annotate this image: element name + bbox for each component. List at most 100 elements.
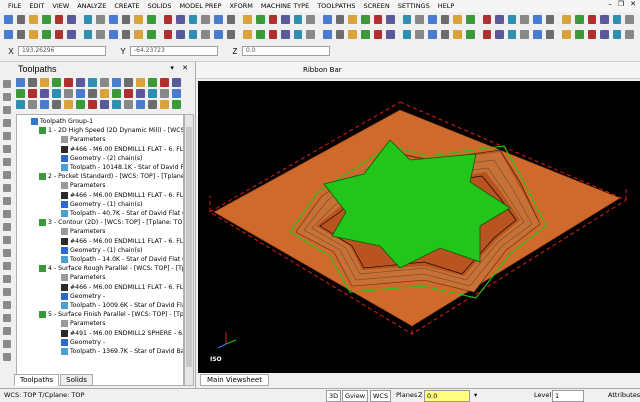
toolbar-tool-icon[interactable] — [188, 30, 198, 39]
toolbar-tool-icon[interactable] — [386, 30, 395, 39]
toolpath-manager-icon[interactable] — [76, 100, 85, 109]
toolbar-tool-icon[interactable] — [562, 30, 571, 39]
menu-item-toolpaths[interactable]: TOOLPATHS — [317, 2, 355, 10]
toolpath-manager-icon[interactable] — [28, 78, 37, 87]
toolbar-tool-icon[interactable] — [54, 30, 64, 39]
parameters-node[interactable]: Parameters — [61, 227, 105, 236]
toolbar-tool-icon[interactable] — [428, 15, 437, 24]
parameters-node[interactable]: Parameters — [61, 181, 105, 190]
toolbar-tool-icon[interactable] — [281, 30, 290, 39]
tab-solids[interactable]: Solids — [60, 374, 93, 386]
side-tool-icon[interactable] — [3, 353, 11, 361]
toolbar-tool-icon[interactable] — [533, 15, 542, 24]
toolbar-tool-icon[interactable] — [176, 30, 185, 39]
toolpath-manager-icon[interactable] — [88, 78, 97, 87]
close-button[interactable]: ✕ — [630, 0, 636, 8]
toolbar-tool-icon[interactable] — [402, 30, 412, 39]
menu-item-settings[interactable]: SETTINGS — [398, 2, 430, 10]
toolpath-manager-icon[interactable] — [148, 78, 157, 87]
gview-button[interactable]: Gview — [342, 390, 369, 402]
toolbar-tool-icon[interactable] — [109, 30, 118, 39]
toolbar-tool-icon[interactable] — [612, 30, 622, 39]
toolpath-manager-icon[interactable] — [76, 89, 85, 98]
parameters-node[interactable]: Parameters — [61, 319, 105, 328]
toolbar-tool-icon[interactable] — [163, 15, 173, 24]
toolpath-manager-icon[interactable] — [136, 100, 145, 109]
tool-node[interactable]: #466 - M6.00 ENDMILL1 FLAT - 6. FLAT — [61, 237, 183, 246]
toolpath-manager-icon[interactable] — [64, 78, 73, 87]
menu-item-analyze[interactable]: ANALYZE — [77, 2, 106, 10]
toolbar-tool-icon[interactable] — [83, 30, 93, 39]
toolbar-tool-icon[interactable] — [16, 15, 26, 24]
toolbar-tool-icon[interactable] — [29, 30, 38, 39]
3d-toggle-button[interactable]: 3D — [326, 390, 342, 402]
toolpath-manager-icon[interactable] — [172, 78, 181, 87]
toolbar-tool-icon[interactable] — [348, 15, 357, 24]
toolbar-tool-icon[interactable] — [16, 30, 26, 39]
toolbar-tool-icon[interactable] — [507, 15, 517, 24]
toolbar-tool-icon[interactable] — [482, 15, 492, 24]
toolbar-tool-icon[interactable] — [134, 30, 143, 39]
side-tool-icon[interactable] — [3, 210, 11, 218]
toolbar-tool-icon[interactable] — [440, 15, 450, 24]
operation-5[interactable]: 5 - Surface Finish Parallel - [WCS: TOP]… — [39, 310, 183, 319]
side-tool-icon[interactable] — [3, 262, 11, 270]
geometry-node[interactable]: Geometry - — [61, 292, 105, 301]
toolbar-tool-icon[interactable] — [96, 30, 105, 39]
toolbar-tool-icon[interactable] — [335, 30, 345, 39]
side-tool-icon[interactable] — [3, 340, 11, 348]
toolpath-manager-icon[interactable] — [100, 89, 109, 98]
toolpath-manager-icon[interactable] — [160, 78, 169, 87]
side-tool-icon[interactable] — [3, 249, 11, 257]
operation-2[interactable]: 2 - Pocket (Standard) - [WCS: TOP] - [Tp… — [39, 172, 183, 181]
side-tool-icon[interactable] — [3, 93, 11, 101]
y-coordinate-field[interactable]: -64.23723 — [130, 46, 218, 56]
toolpath-manager-icon[interactable] — [124, 78, 133, 87]
toolpath-manager-icon[interactable] — [160, 89, 169, 98]
side-tool-icon[interactable] — [3, 223, 11, 231]
toolbar-tool-icon[interactable] — [109, 15, 118, 24]
parameters-node[interactable]: Parameters — [61, 135, 105, 144]
toolpath-manager-icon[interactable] — [136, 89, 145, 98]
toolbar-tool-icon[interactable] — [415, 15, 424, 24]
tab-toolpaths[interactable]: Toolpaths — [14, 374, 60, 386]
z-coordinate-field[interactable]: 0.0 — [242, 46, 330, 56]
toolpath-node[interactable]: Toolpath - 1009.6K - Star of David Flat … — [61, 301, 183, 310]
toolpath-tree[interactable]: Toolpath Group-1 1 - 2D High Speed (2D Dy… — [16, 114, 184, 386]
toolbar-tool-icon[interactable] — [453, 15, 462, 24]
toolbar-tool-icon[interactable] — [226, 30, 236, 39]
side-tool-icon[interactable] — [3, 184, 11, 192]
toolpath-manager-icon[interactable] — [148, 100, 157, 109]
toolpath-node[interactable]: Toolpath - 10148.1K - Star of David Flat — [61, 163, 183, 172]
toolbar-tool-icon[interactable] — [520, 15, 529, 24]
attributes-button[interactable]: Attributes — [606, 390, 640, 402]
side-tool-icon[interactable] — [3, 132, 11, 140]
minimize-button[interactable]: – — [608, 0, 612, 8]
toolpath-manager-icon[interactable] — [76, 78, 85, 87]
side-tool-icon[interactable] — [3, 301, 11, 309]
toolpath-manager-icon[interactable] — [16, 100, 25, 109]
toolpath-manager-icon[interactable] — [40, 89, 49, 98]
toolbar-tool-icon[interactable] — [281, 15, 290, 24]
toolbar-tool-icon[interactable] — [29, 15, 38, 24]
toolbar-tool-icon[interactable] — [201, 15, 210, 24]
toolbar-tool-icon[interactable] — [625, 15, 634, 24]
geometry-node[interactable]: Geometry - — [61, 338, 105, 347]
z-dropdown-icon[interactable]: ▾ — [472, 390, 479, 402]
toolpath-node[interactable]: Toolpath - 14.0K - Star of David Flat 6 … — [61, 255, 183, 264]
side-tool-icon[interactable] — [3, 158, 11, 166]
toolpath-group[interactable]: Toolpath Group-1 — [31, 117, 93, 126]
toolpath-node[interactable]: Toolpath - 1369.7K - Star of David Ball … — [61, 347, 183, 356]
toolpath-node[interactable]: Toolpath - 40.7K - Star of David Flat 6 … — [61, 209, 183, 218]
toolpath-manager-icon[interactable] — [52, 89, 61, 98]
side-tool-icon[interactable] — [3, 145, 11, 153]
toolpath-manager-icon[interactable] — [52, 100, 61, 109]
menu-item-screen[interactable]: SCREEN — [363, 2, 389, 10]
menu-item-model-prep[interactable]: MODEL PREP — [179, 2, 221, 10]
toolbar-tool-icon[interactable] — [4, 15, 13, 24]
toolbar-tool-icon[interactable] — [67, 15, 76, 24]
toolbar-tool-icon[interactable] — [323, 30, 332, 39]
toolbar-tool-icon[interactable] — [306, 15, 315, 24]
toolbar-tool-icon[interactable] — [67, 30, 76, 39]
parameters-node[interactable]: Parameters — [61, 273, 105, 282]
